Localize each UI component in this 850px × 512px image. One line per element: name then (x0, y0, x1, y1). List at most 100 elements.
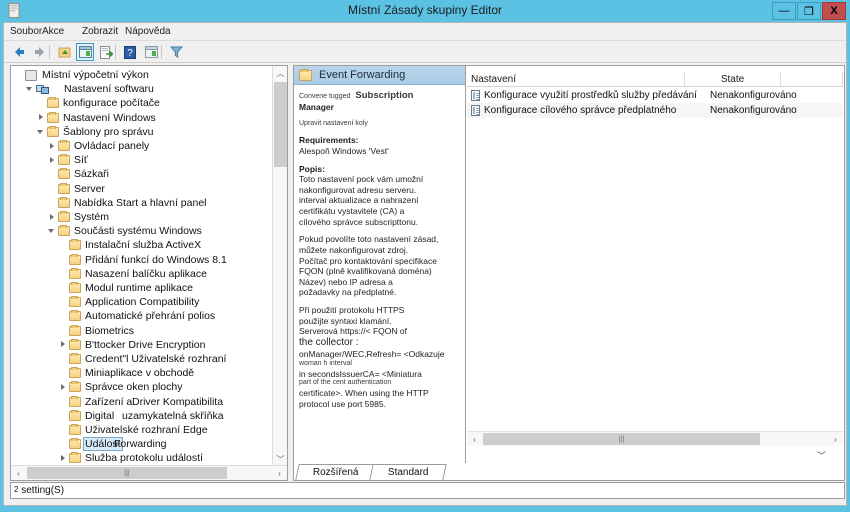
tree-item[interactable]: Zařízení a Driver Kompatibilita (59, 395, 223, 409)
folder-icon (69, 395, 81, 407)
description-line: Při použití protokolu HTTPS (299, 305, 405, 315)
tree-item[interactable]: Server (48, 182, 106, 196)
tree-item[interactable]: Uživatelské rozhraní Edge (59, 423, 209, 437)
tree-scroll-right-arrow[interactable]: › (272, 466, 287, 480)
chevron-right-icon[interactable] (48, 142, 57, 151)
tree-item[interactable]: B'ttocker Drive Encryption (59, 338, 206, 352)
tree-item[interactable]: Přidání funkcí do Windows 8.1 (59, 253, 228, 267)
folder-icon (58, 140, 70, 151)
tree-item[interactable]: Nasazení balíčku aplikace (59, 267, 208, 281)
tree-vertical-scrollbar[interactable]: ︿ ﹀ (272, 66, 287, 467)
tree-item[interactable]: Šablony pro správu (37, 125, 154, 139)
column-header-nastavení[interactable]: Nastavení (467, 72, 685, 87)
tree-item[interactable]: Systém (48, 210, 110, 224)
folder-icon (47, 97, 59, 109)
tree-item-label: Server (74, 182, 105, 195)
maximize-button[interactable]: ❐ (797, 2, 821, 20)
tree-hscroll-thumb[interactable]: ||| (27, 467, 227, 479)
tree-item[interactable]: Application Compatibility (59, 295, 200, 309)
view-tabs: Rozšířená Standard (295, 463, 465, 480)
tree-item[interactable]: Místní výpočetní výkon (15, 68, 150, 82)
policy-description-title: Event Forwarding (319, 69, 406, 81)
menu-item-npovda[interactable]: Nápověda (125, 26, 171, 37)
filter-icon[interactable] (167, 43, 185, 61)
chevron-right-icon[interactable] (59, 340, 68, 349)
computer-icon (25, 69, 37, 81)
description-line: Requirements: (299, 135, 359, 146)
back-arrow-icon[interactable] (10, 43, 28, 61)
minimize-button[interactable]: — (772, 2, 796, 20)
chevron-right-icon[interactable] (48, 156, 57, 165)
folder-icon (69, 367, 81, 379)
tree-item[interactable]: Událost Forwarding (59, 437, 167, 452)
description-line: Upravit nastavení koly (299, 119, 368, 127)
tree-item-label: Miniaplikace v obchodě (85, 367, 195, 380)
window-controls: — ❐ X (772, 2, 846, 20)
tab-standard[interactable]: Standard (369, 464, 447, 480)
tree-item[interactable]: Služba protokolu událostí (59, 451, 204, 464)
tree-item[interactable]: Automatické přehrání polios (59, 309, 216, 323)
policy-setting-icon (471, 90, 480, 101)
tree-item-label: Automatické přehrání polios (85, 310, 216, 323)
chevron-down-icon[interactable] (48, 227, 57, 236)
tree-item[interactable]: Síť (48, 153, 89, 167)
tree-item[interactable]: Miniaplikace v obchodě (59, 366, 195, 380)
export-list-icon[interactable] (97, 43, 115, 61)
help-icon[interactable]: ? (121, 43, 139, 61)
column-header-blank[interactable] (781, 72, 843, 87)
console-tree[interactable]: Místní výpočetní výkon Nastavení softwaru… (11, 66, 273, 464)
settings-list-horizontal-scrollbar[interactable]: ‹ ||| › (467, 431, 843, 446)
description-scroll-down-arrow[interactable]: ﹀ (814, 448, 829, 463)
tree-item[interactable]: Nabídka Start a hlavní panel (48, 196, 208, 210)
tree-scroll-thumb[interactable] (274, 82, 287, 167)
chevron-right-icon[interactable] (37, 113, 46, 122)
description-line: můžete nakonfigurovat zdroj. (299, 244, 409, 255)
list-scroll-left-arrow[interactable]: ‹ (467, 432, 482, 446)
chevron-right-icon[interactable] (59, 383, 68, 392)
menu-item-soubor[interactable]: Soubor (10, 26, 42, 37)
tree-item[interactable]: Nastavení Windows (37, 111, 157, 125)
tree-scroll-up-arrow[interactable]: ︿ (273, 66, 287, 81)
tree-item[interactable]: Modul runtime aplikace (59, 281, 194, 295)
description-line: Pokud povolíte toto nastavení zásad, (299, 234, 439, 245)
description-line: Toto nastavení pock vám umožní (299, 174, 424, 185)
column-header-state[interactable]: State (685, 72, 781, 87)
tree-item-label: Přidání funkcí do Windows 8.1 (85, 253, 227, 266)
up-folder-icon[interactable] (56, 43, 74, 61)
tree-item[interactable]: Správce oken plochy (59, 380, 183, 394)
close-button[interactable]: X (822, 2, 846, 20)
forward-arrow-icon[interactable] (31, 43, 49, 61)
tree-item[interactable]: Credent"l Uživatelské rozhraní (59, 352, 227, 366)
tree-item[interactable]: Součásti systému Windows (48, 224, 203, 238)
chevron-down-icon[interactable] (26, 85, 35, 94)
menu-item-zobrazit[interactable]: Zobrazit (82, 26, 118, 37)
chevron-right-icon[interactable] (59, 454, 68, 463)
tree-item[interactable]: Nastavení softwaru (26, 82, 155, 96)
chevron-down-icon[interactable] (37, 127, 46, 136)
properties-icon[interactable] (142, 43, 160, 61)
tree-item[interactable]: konfigurace počítače (37, 96, 161, 110)
tree-item-label: Událost Forwarding (83, 437, 167, 452)
list-hscroll-thumb[interactable]: ||| (483, 433, 760, 445)
tab-rozen[interactable]: Rozšířená (295, 464, 377, 480)
show-tree-icon[interactable] (76, 43, 94, 61)
tree-item[interactable]: Instalační služba ActiveX (59, 238, 202, 252)
folder-icon (47, 111, 59, 123)
tree-item[interactable]: Biometrics (59, 324, 135, 338)
tree-item[interactable]: Digital uzamykatelná skříňka (59, 409, 224, 423)
tree-scroll-left-arrow[interactable]: ‹ (11, 466, 26, 480)
menu-item-akce[interactable]: Akce (42, 26, 64, 37)
table-row[interactable]: Konfigurace využití prostředků služby př… (467, 88, 843, 103)
table-row[interactable]: Konfigurace cílového správce předplatnéh… (467, 103, 843, 118)
chevron-right-icon[interactable] (48, 213, 57, 222)
list-scroll-right-arrow[interactable]: › (828, 432, 843, 446)
tree-horizontal-scrollbar[interactable]: ‹ ||| › (11, 465, 287, 480)
tree-item[interactable]: Ovládací panely (48, 139, 150, 153)
settings-list[interactable]: Nastavení State Konfigurace využití prost… (467, 67, 843, 447)
tree-item[interactable]: Sázkaři (48, 167, 110, 181)
